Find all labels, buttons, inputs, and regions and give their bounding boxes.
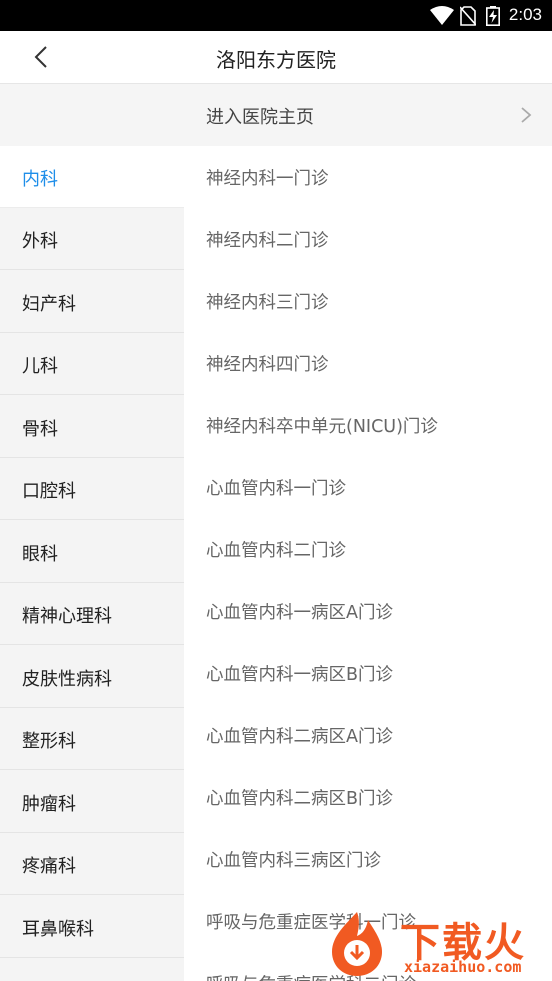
- clinic-label: 心血管内科二病区A门诊: [206, 727, 393, 747]
- clinic-label: 心血管内科一病区A门诊: [206, 603, 393, 623]
- sidebar-item-tengtong[interactable]: 疼痛科: [0, 833, 184, 895]
- sidebar-item-label: 儿科: [22, 356, 58, 377]
- clinic-label: 心血管内科三病区门诊: [206, 851, 381, 871]
- clinic-label: 心血管内科一病区B门诊: [206, 665, 394, 685]
- clinic-label: 心血管内科二门诊: [206, 541, 346, 561]
- sidebar-item-jingshen-xinli[interactable]: 精神心理科: [0, 583, 184, 645]
- sidebar-item-neike[interactable]: 内科: [0, 146, 184, 208]
- clinic-label: 神经内科三门诊: [206, 293, 329, 313]
- sidebar-item-label: 肿瘤科: [22, 793, 76, 815]
- list-item[interactable]: 心血管内科三病区门诊: [184, 828, 552, 890]
- list-item[interactable]: 神经内科卒中单元(NICU)门诊: [184, 394, 552, 456]
- sidebar-item-kouqiangke[interactable]: 口腔科: [0, 458, 184, 520]
- hospital-home-label: 进入医院主页: [206, 107, 314, 128]
- sidebar-item-fuchanke[interactable]: 妇产科: [0, 271, 184, 333]
- sidebar-item-label: 口腔科: [22, 481, 76, 502]
- clinic-label: 神经内科卒中单元(NICU)门诊: [206, 417, 438, 437]
- clinic-label: 神经内科一门诊: [206, 169, 329, 189]
- sidebar-item-waike[interactable]: 外科: [0, 208, 184, 270]
- sidebar-item-label: 眼科: [22, 543, 58, 565]
- clinic-label: 心血管内科二病区B门诊: [206, 789, 394, 809]
- list-item[interactable]: 神经内科三门诊: [184, 270, 552, 332]
- list-item[interactable]: 心血管内科一门诊: [184, 456, 552, 518]
- sidebar-item-guke[interactable]: 骨科: [0, 396, 184, 458]
- sidebar-item-label: 耳鼻喉科: [22, 918, 94, 940]
- status-bar: 2:03: [0, 0, 552, 31]
- sidebar-item-pifu-xingbing[interactable]: 皮肤性病科: [0, 646, 184, 708]
- title-bar: 洛阳东方医院: [0, 31, 552, 84]
- sidebar-item-label: 骨科: [22, 418, 58, 440]
- hospital-home-link[interactable]: 进入医院主页: [0, 84, 552, 146]
- flame-logo-icon: [332, 912, 382, 976]
- list-item[interactable]: 神经内科二门诊: [184, 208, 552, 270]
- sidebar-item-label: 精神心理科: [22, 606, 112, 627]
- status-time: 2:03: [508, 5, 542, 24]
- sidebar-item-label: 妇产科: [22, 293, 76, 315]
- watermark-url: xiazaihuo.com: [404, 958, 522, 976]
- sidebar-item-label: 整形科: [22, 731, 76, 752]
- clinic-label: 神经内科四门诊: [206, 355, 329, 375]
- page-title: 洛阳东方医院: [216, 48, 336, 72]
- wifi-icon: [430, 6, 454, 25]
- sidebar-item-zhongliu[interactable]: 肿瘤科: [0, 771, 184, 833]
- no-sim-icon: [460, 6, 476, 26]
- sidebar-item-label: 疼痛科: [22, 856, 76, 877]
- sidebar-item-yanke[interactable]: 眼科: [0, 521, 184, 583]
- chevron-right-icon: [521, 107, 532, 123]
- list-item[interactable]: 心血管内科二病区B门诊: [184, 766, 552, 828]
- list-item[interactable]: 神经内科四门诊: [184, 332, 552, 394]
- clinic-label: 神经内科二门诊: [206, 231, 329, 251]
- list-item[interactable]: 心血管内科一病区A门诊: [184, 580, 552, 642]
- list-item[interactable]: 心血管内科一病区B门诊: [184, 642, 552, 704]
- list-item[interactable]: 心血管内科二门诊: [184, 518, 552, 580]
- sidebar-item-erke[interactable]: 儿科: [0, 333, 184, 395]
- watermark: 下载火 xiazaihuo.com: [320, 906, 552, 981]
- sidebar-item-label: 皮肤性病科: [22, 668, 112, 690]
- list-item[interactable]: 神经内科一门诊: [184, 146, 552, 208]
- battery-charging-icon: [486, 6, 500, 26]
- department-sidebar: 内科 外科 妇产科 儿科 骨科 口腔科 眼科 精神心理科 皮肤性病科 整形科 肿…: [0, 146, 184, 981]
- list-item[interactable]: 心血管内科二病区A门诊: [184, 704, 552, 766]
- clinic-list: 神经内科一门诊 神经内科二门诊 神经内科三门诊 神经内科四门诊 神经内科卒中单元…: [184, 146, 552, 981]
- sidebar-item-label: 外科: [22, 231, 58, 252]
- sidebar-item-zhengxing[interactable]: 整形科: [0, 708, 184, 770]
- clinic-label: 心血管内科一门诊: [206, 479, 346, 499]
- sidebar-item-erbihou[interactable]: 耳鼻喉科: [0, 896, 184, 958]
- sidebar-item-label: 内科: [22, 169, 58, 190]
